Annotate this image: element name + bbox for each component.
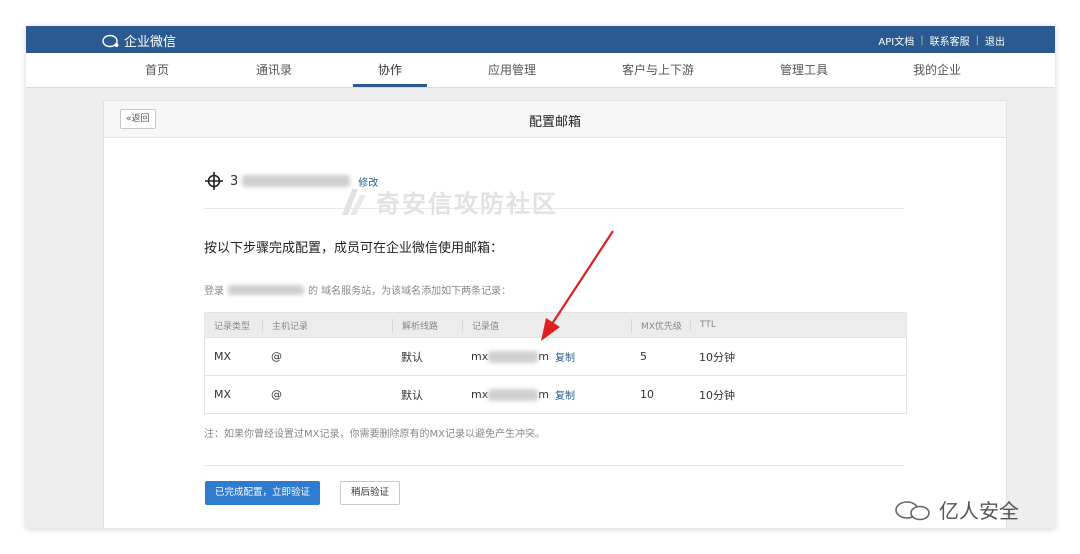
table-row: MX @ 默认 mx m 复制 5 10分钟: [205, 337, 906, 375]
cell-type: MX: [214, 350, 232, 363]
cell-host: @: [271, 350, 282, 363]
active-tab-indicator: [353, 84, 427, 87]
value-start: mx: [471, 388, 489, 401]
config-mailbox-panel: «返回 配置邮箱 3 修改 按以下步骤完成配置，成员可在企业微信使用邮箱： 登录…: [103, 100, 1007, 528]
table-row: MX @ 默认 mx m 复制 10 10分钟: [205, 375, 906, 413]
login-suffix: 的 域名服务站，为该域名添加如下两条记录：: [308, 286, 512, 297]
value-end: m: [538, 350, 549, 363]
domain-row: 3 修改: [204, 171, 378, 191]
login-prefix: 登录: [204, 286, 224, 297]
nav-collaboration[interactable]: 协作: [378, 53, 402, 87]
cell-line: 默认: [401, 388, 423, 402]
api-docs-link[interactable]: API文档: [878, 33, 914, 48]
cell-ttl: 10分钟: [699, 350, 735, 364]
separator: |: [920, 35, 924, 46]
top-bar: 企业微信 API文档 | 联系客服 | 退出: [26, 26, 1055, 53]
copy-button[interactable]: 复制: [555, 387, 575, 402]
instruction-text: 按以下步骤完成配置，成员可在企业微信使用邮箱：: [204, 241, 504, 256]
login-instruction: 登录 的 域名服务站，为该域名添加如下两条记录：: [204, 282, 511, 297]
value-start: mx: [471, 350, 489, 363]
value-redacted: [488, 350, 539, 363]
cell-line: 默认: [401, 350, 423, 364]
top-links: API文档 | 联系客服 | 退出: [878, 33, 1005, 48]
domain-icon: [205, 172, 223, 190]
wechat-account-mark: 亿人安全: [893, 495, 1019, 524]
col-value: 记录值: [462, 318, 631, 332]
panel-header: «返回 配置邮箱: [104, 101, 1006, 138]
main-nav: 首页 通讯录 协作 应用管理 客户与上下游 管理工具 我的企业: [26, 53, 1055, 88]
table-header: 记录类型 主机记录 解析线路 记录值 MX优先级 TTL: [205, 313, 906, 337]
logo-text: 企业微信: [124, 35, 177, 50]
edit-domain-link[interactable]: 修改: [358, 174, 378, 189]
cell-value: mx m 复制: [462, 387, 631, 402]
verify-now-button[interactable]: 已完成配置，立即验证: [205, 481, 321, 505]
copy-button[interactable]: 复制: [555, 349, 575, 364]
provider-redacted: [228, 284, 304, 295]
value-redacted: [488, 388, 539, 401]
nav-management-tools[interactable]: 管理工具: [780, 53, 828, 87]
cell-type: MX: [214, 388, 232, 401]
separator: |: [975, 35, 979, 46]
col-ttl: TTL: [690, 320, 716, 330]
col-record-type: 记录类型: [214, 321, 251, 332]
nav-customers-partners[interactable]: 客户与上下游: [622, 53, 694, 87]
divider: [204, 465, 904, 466]
app-window: 企业微信 API文档 | 联系客服 | 退出 首页 通讯录 协作 应用管理 客户…: [26, 26, 1055, 528]
cell-host: @: [271, 388, 282, 401]
nav-app-management[interactable]: 应用管理: [488, 53, 536, 87]
contact-support-link[interactable]: 联系客服: [930, 33, 970, 48]
cell-ttl: 10分钟: [699, 388, 735, 402]
wechat-account-name: 亿人安全: [939, 499, 1019, 523]
col-mx-priority: MX优先级: [631, 318, 690, 332]
dns-records-table: 记录类型 主机记录 解析线路 记录值 MX优先级 TTL MX @ 默认 mx …: [204, 312, 907, 414]
page-title: 配置邮箱: [528, 115, 581, 130]
wecom-logo-icon: [102, 34, 119, 47]
cell-priority: 10: [640, 388, 654, 401]
value-end: m: [538, 388, 549, 401]
mx-conflict-note: 注：如果你曾经设置过MX记录，你需要删除原有的MX记录以避免产生冲突。: [204, 429, 545, 440]
cell-priority: 5: [640, 350, 647, 363]
domain-name-redacted: [242, 175, 351, 187]
nav-contacts[interactable]: 通讯录: [256, 53, 292, 87]
wechat-icon: [895, 500, 930, 520]
nav-home[interactable]: 首页: [145, 53, 169, 87]
col-host: 主机记录: [262, 318, 392, 332]
nav-my-enterprise[interactable]: 我的企业: [913, 53, 961, 87]
logo[interactable]: 企业微信: [102, 31, 176, 50]
cell-value: mx m 复制: [462, 349, 631, 364]
verify-later-button[interactable]: 稍后验证: [340, 481, 401, 505]
domain-name-start: 3: [230, 173, 239, 189]
logout-link[interactable]: 退出: [985, 33, 1005, 48]
col-line: 解析线路: [392, 318, 462, 332]
divider: [204, 208, 904, 209]
